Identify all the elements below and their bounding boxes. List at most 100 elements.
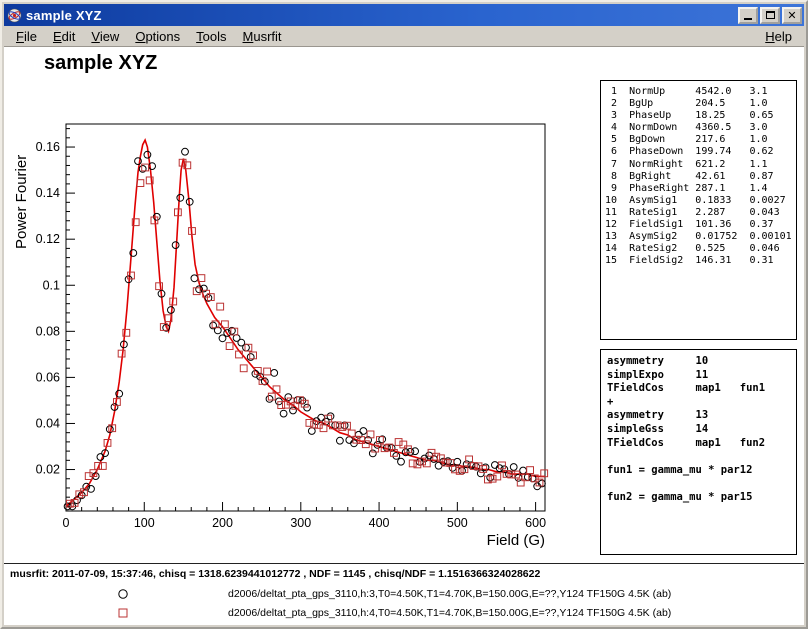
close-button[interactable]: ✕ [782, 7, 802, 24]
scatter-point [477, 470, 484, 477]
scatter-point [459, 467, 466, 474]
svg-text:600: 600 [525, 516, 546, 530]
scatter-point [412, 448, 419, 455]
param-row: 12 FieldSig1 101.36 0.37 [605, 219, 792, 231]
svg-text:500: 500 [447, 516, 468, 530]
series-square [67, 159, 548, 507]
scatter-point [264, 368, 271, 375]
param-row: 3 PhaseUp 18.25 0.65 [605, 110, 792, 122]
y-axis-title: Power Fourier [13, 155, 30, 249]
param-row: 5 BgDown 217.6 1.0 [605, 134, 792, 146]
theory-line: fun2 = gamma_mu * par15 [607, 491, 790, 505]
minimize-button[interactable] [738, 7, 758, 24]
svg-text:0.12: 0.12 [36, 232, 60, 246]
param-row: 1 NormUp 4542.0 3.1 [605, 86, 792, 98]
menu-item-musrfit[interactable]: Musrfit [235, 27, 290, 46]
menu-item-tools[interactable]: Tools [188, 27, 234, 46]
fit-status-line: musrfit: 2011-07-09, 15:37:46, chisq = 1… [10, 568, 540, 580]
scatter-point [271, 370, 278, 377]
menu-item-file[interactable]: File [8, 27, 45, 46]
svg-text:0.06: 0.06 [36, 370, 60, 384]
svg-text:300: 300 [290, 516, 311, 530]
close-icon: ✕ [787, 10, 796, 21]
root-canvas[interactable]: sample XYZ 01002003004005006000.020.040.… [4, 47, 804, 625]
menu-left-group: FileEditViewOptionsToolsMusrfit [8, 27, 290, 46]
theory-line: simpleGss 14 [607, 423, 790, 437]
scatter-point [492, 462, 499, 469]
scatter-point [341, 422, 348, 429]
svg-text:400: 400 [369, 516, 390, 530]
title-bar[interactable]: sample XYZ ✕ [4, 4, 804, 26]
scatter-point [332, 422, 339, 429]
svg-text:200: 200 [212, 516, 233, 530]
scatter-point [327, 413, 334, 420]
scatter-point [290, 407, 297, 414]
window-title: sample XYZ [26, 8, 736, 23]
maximize-button[interactable] [760, 7, 780, 24]
param-row: 10 AsymSig1 0.1833 0.0027 [605, 195, 792, 207]
separator-line [4, 563, 804, 564]
theory-line: simplExpo 11 [607, 369, 790, 383]
menu-item-edit[interactable]: Edit [45, 27, 83, 46]
circle-marker-shape [119, 590, 127, 598]
svg-text:0.02: 0.02 [36, 463, 60, 477]
param-row: 7 NormRight 621.2 1.1 [605, 159, 792, 171]
scatter-point [243, 344, 250, 351]
scatter-point [266, 396, 273, 403]
scatter-point [240, 365, 247, 372]
scatter-point [217, 303, 224, 310]
param-row: 6 PhaseDown 199.74 0.62 [605, 146, 792, 158]
menu-item-options[interactable]: Options [127, 27, 188, 46]
scatter-point [360, 428, 367, 435]
theory-box[interactable]: asymmetry 10simplExpo 11TFieldCos map1 f… [600, 349, 797, 555]
plot-area[interactable]: 01002003004005006000.020.040.060.080.10.… [4, 47, 604, 559]
scatter-point [226, 343, 233, 350]
scatter-point [494, 473, 501, 480]
scatter-point [306, 420, 313, 427]
x-axis-title: Field (G) [487, 532, 545, 549]
svg-text:0.08: 0.08 [36, 324, 60, 338]
parameter-box[interactable]: 1 NormUp 4542.0 3.1 2 BgUp 204.5 1.0 3 P… [600, 80, 797, 340]
series-circle [64, 148, 545, 510]
minimize-icon [744, 18, 752, 20]
scatter-point [304, 404, 311, 411]
scatter-point [247, 354, 254, 361]
param-row: 9 PhaseRight 287.1 1.4 [605, 183, 792, 195]
circle-marker-icon [116, 587, 130, 601]
legend-entry-square: d2006/deltat_pta_gps_3110,h:4,T0=4.50K,T… [116, 605, 671, 621]
param-row: 15 FieldSig2 146.31 0.31 [605, 255, 792, 267]
y-axis-labels: 0.020.040.060.080.10.120.140.16 [36, 140, 60, 477]
menu-item-help[interactable]: Help [757, 27, 800, 46]
legend-label-square: d2006/deltat_pta_gps_3110,h:4,T0=4.50K,T… [228, 607, 671, 619]
scatter-point [527, 467, 534, 474]
scatter-point [510, 464, 517, 471]
theory-line [607, 450, 790, 464]
scatter-point [416, 459, 423, 466]
scatter-point [285, 394, 292, 401]
scatter-point [177, 194, 184, 201]
theory-line: + [607, 396, 790, 410]
square-marker-icon [116, 606, 130, 620]
svg-text:0.04: 0.04 [36, 416, 60, 430]
theory-line: TFieldCos map1 fun2 [607, 437, 790, 451]
app-icon-graphic [7, 8, 22, 23]
x-axis-labels: 0100200300400500600 [63, 516, 547, 530]
svg-text:0.14: 0.14 [36, 186, 60, 200]
theory-line: TFieldCos map1 fun1 [607, 382, 790, 396]
scatter-point [398, 458, 405, 465]
scatter-point [318, 414, 325, 421]
scatter-point [280, 410, 287, 417]
scatter-point [435, 462, 442, 469]
param-row: 14 RateSig2 0.525 0.046 [605, 243, 792, 255]
svg-text:100: 100 [134, 516, 155, 530]
legend-label-circle: d2006/deltat_pta_gps_3110,h:3,T0=4.50K,T… [228, 588, 671, 600]
scatter-point [400, 441, 407, 448]
svg-text:0.16: 0.16 [36, 140, 60, 154]
param-row: 4 NormDown 4360.5 3.0 [605, 122, 792, 134]
menu-item-view[interactable]: View [83, 27, 127, 46]
scatter-point [337, 437, 344, 444]
y-axis [66, 129, 75, 507]
app-icon[interactable] [7, 7, 23, 23]
square-marker-shape [119, 609, 127, 617]
menu-bar: FileEditViewOptionsToolsMusrfit Help [4, 26, 804, 47]
